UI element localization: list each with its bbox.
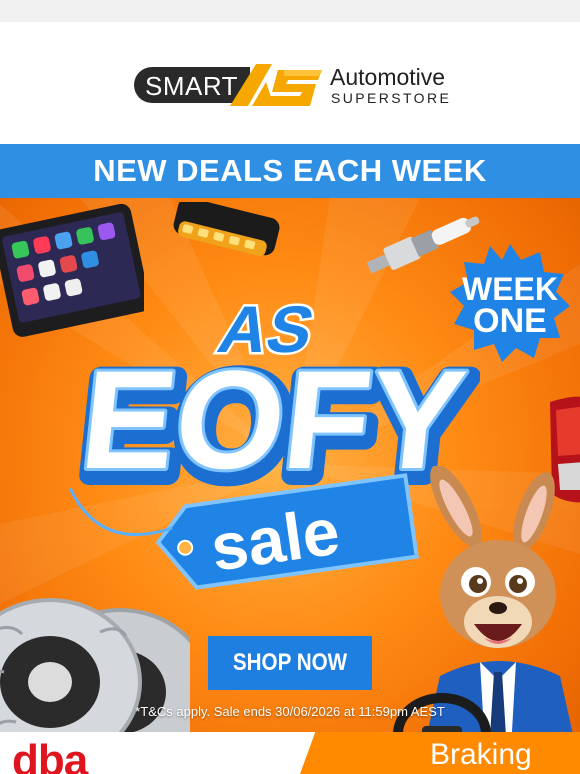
shop-now-button[interactable]: SHOP NOW [208,636,372,690]
banner-title: NEW DEALS EACH WEEK [93,153,487,188]
terms-text: *T&Cs apply. Sale ends 30/06/2026 at 11:… [135,704,445,719]
brake-rotor-image [0,598,190,754]
logo-superstore-text: SUPERSTORE [331,90,452,106]
dba-logo: dba [12,736,88,774]
braking-label: Braking [430,738,532,771]
one-text: ONE [473,302,547,340]
eofy-hero-banner[interactable]: NEW DEALS EACH WEEK WEEK ONE AS EOFY EOF… [0,144,580,754]
store-logo[interactable]: SMART Automotive SUPERSTORE [0,22,580,144]
logo-smart-text: SMART [145,71,239,101]
as-logo-icon [230,64,322,106]
shop-now-label: SHOP NOW [232,649,348,676]
led-light-image [173,202,280,257]
logo-automotive-text: Automotive [330,64,446,90]
brand-strip[interactable]: dba Braking [0,732,580,774]
email-card: SMART Automotive SUPERSTORE NEW DEALS EA… [0,22,580,774]
